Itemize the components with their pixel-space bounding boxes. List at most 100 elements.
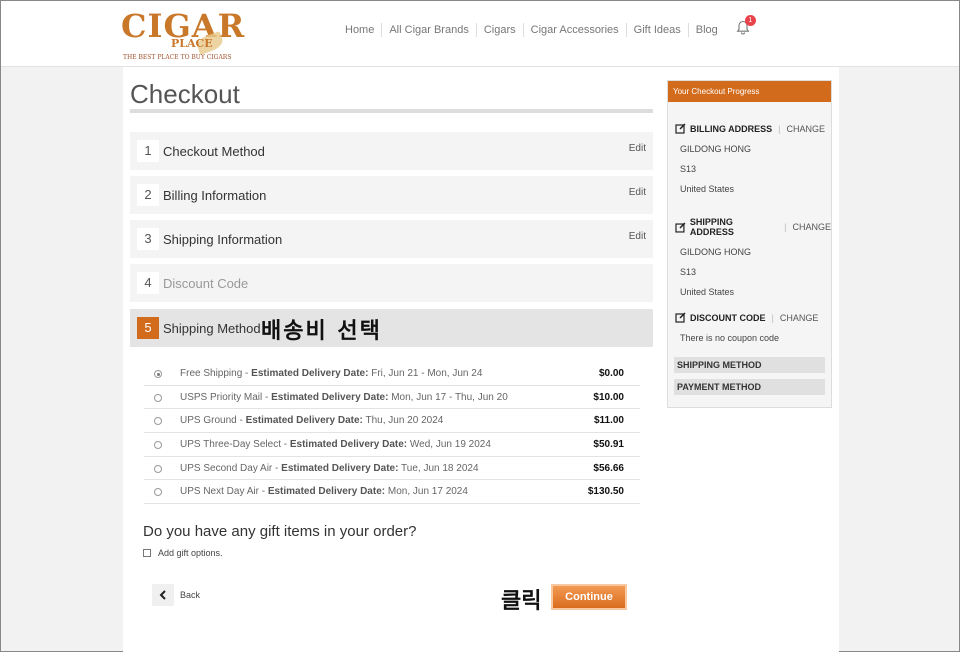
billing-country: United States [680,184,735,194]
logo-place: PLACE [171,37,213,50]
notification-bell[interactable]: 1 [735,15,756,40]
shipping-price: $56.66 [593,462,624,474]
step-shipping-information[interactable]: 3 Shipping Information Edit [130,220,653,258]
shipping-name: GILDONG HONG [680,247,752,257]
delivery-date: Mon, Jun 17 2024 [387,486,468,498]
billing-name: GILDONG HONG [680,144,752,154]
annotation-select-shipping: 배송비 선택 [261,319,382,344]
shipping-options-list: Free Shipping - Estimated Delivery Date:… [144,362,640,505]
billing-address-line: S13 [680,164,697,174]
payment-method-bar: PAYMENT METHOD [674,379,825,395]
shipping-option-name: UPS Next Day Air [180,486,259,498]
edit-icon [675,312,686,323]
title-divider [130,109,653,113]
step-number: 3 [137,228,159,250]
shipping-price: $10.00 [593,391,624,403]
delivery-date-label: Estimated Delivery Date: [271,391,389,403]
annotation-click: 클릭 [501,589,542,614]
site-header: CIGAR PLACE THE BEST PLACE TO BUY CIGARS… [1,1,959,67]
edit-link[interactable]: Edit [629,187,646,198]
continue-button[interactable]: Continue [551,584,627,610]
gift-question: Do you have any gift items in your order… [143,523,417,540]
billing-address-heading: BILLING ADDRESS [690,123,773,134]
shipping-address-heading: SHIPPING ADDRESS [689,217,734,237]
shipping-price: $50.91 [593,439,624,451]
shipping-price: $130.50 [587,486,624,498]
delivery-date-label: Estimated Delivery Date: [267,486,386,498]
shipping-option[interactable]: Free Shipping - Estimated Delivery Date:… [144,362,640,386]
delivery-date: Thu, Jun 20 2024 [365,415,444,427]
back-button[interactable]: Back [152,584,200,606]
radio-button[interactable] [154,417,162,426]
step-billing-information[interactable]: 2 Billing Information Edit [130,176,653,214]
step-number: 2 [137,184,159,206]
site-logo[interactable]: CIGAR PLACE THE BEST PLACE TO BUY CIGARS [119,5,244,63]
change-discount-link[interactable]: CHANGE [780,313,819,323]
radio-button[interactable] [154,464,162,473]
billing-address-section: BILLING ADDRESS | CHANGE GILDONG HONG S1… [675,123,825,194]
edit-icon [675,123,686,134]
nav-all-cigar-brands[interactable]: All Cigar Brands [382,23,477,37]
step-number: 5 [137,317,159,339]
logo-tagline: THE BEST PLACE TO BUY CIGARS [123,54,232,61]
radio-button[interactable] [154,441,162,450]
edit-icon [675,222,686,233]
change-billing-link[interactable]: CHANGE [787,124,826,134]
edit-link[interactable]: Edit [629,143,646,154]
discount-code-section: DISCOUNT CODE | CHANGE There is no coupo… [675,312,818,343]
back-label: Back [180,590,201,600]
nav-blog[interactable]: Blog [689,23,725,37]
step-label: Billing Information [163,188,267,203]
nav-gift-ideas[interactable]: Gift Ideas [627,23,689,37]
checkout-progress-panel: Your Checkout Progress BILLING ADDRESS |… [667,80,832,408]
shipping-country: United States [680,287,735,297]
nav-cigar-accessories[interactable]: Cigar Accessories [524,23,627,37]
shipping-option[interactable]: USPS Priority Mail - Estimated Delivery … [144,386,640,410]
notification-badge: 1 [744,15,756,26]
step-label: Checkout Method [163,144,265,159]
shipping-address-line: S13 [680,267,697,277]
delivery-date-label: Estimated Delivery Date: [245,415,363,427]
step-checkout-method[interactable]: 1 Checkout Method Edit [130,132,653,170]
shipping-option[interactable]: UPS Second Day Air - Estimated Delivery … [144,457,640,481]
shipping-option[interactable]: UPS Next Day Air - Estimated Delivery Da… [144,480,640,505]
shipping-price: $11.00 [593,415,624,427]
step-label: Shipping Method [163,321,261,336]
shipping-option-name: Free Shipping [180,368,243,379]
delivery-date: Mon, Jun 17 - Thu, Jun 20 [391,391,508,403]
shipping-price: $0.00 [598,368,624,379]
step-shipping-method: 5 Shipping Method [130,309,653,347]
step-number: 1 [137,140,159,162]
shipping-option[interactable]: UPS Ground - Estimated Delivery Date: Th… [144,409,640,434]
step-number: 4 [137,272,159,294]
delivery-date-label: Estimated Delivery Date: [289,439,408,451]
step-discount-code: 4 Discount Code [130,264,653,302]
chevron-left-icon [152,584,174,606]
radio-button[interactable] [154,488,162,497]
gift-options-label: Add gift options. [158,548,223,558]
shipping-option-name: UPS Second Day Air [180,462,273,474]
delivery-date-label: Estimated Delivery Date: [281,462,399,474]
shipping-address-section: SHIPPING ADDRESS | CHANGE GILDONG HONG S… [675,217,831,297]
checkbox[interactable] [143,549,151,557]
shipping-option-name: UPS Ground [180,415,237,427]
radio-button[interactable] [154,370,162,378]
page-title: Checkout [130,79,240,109]
delivery-date: Fri, Jun 21 - Mon, Jun 24 [371,368,483,379]
nav-cigars[interactable]: Cigars [477,23,524,37]
progress-title: Your Checkout Progress [668,81,831,102]
discount-code-heading: DISCOUNT CODE [690,312,766,323]
main-nav: Home All Cigar Brands Cigars Cigar Acces… [338,15,756,45]
coupon-status: There is no coupon code [680,333,780,343]
step-label: Shipping Information [163,232,283,247]
shipping-method-bar: SHIPPING METHOD [674,357,825,373]
nav-home[interactable]: Home [338,23,383,37]
edit-link[interactable]: Edit [629,231,646,242]
delivery-date: Wed, Jun 19 2024 [409,439,491,451]
change-shipping-link[interactable]: CHANGE [792,222,831,232]
radio-button[interactable] [154,393,162,402]
gift-options-checkbox[interactable]: Add gift options. [143,548,223,558]
step-label: Discount Code [163,276,249,291]
delivery-date-label: Estimated Delivery Date: [251,368,369,379]
shipping-option[interactable]: UPS Three-Day Select - Estimated Deliver… [144,433,640,457]
